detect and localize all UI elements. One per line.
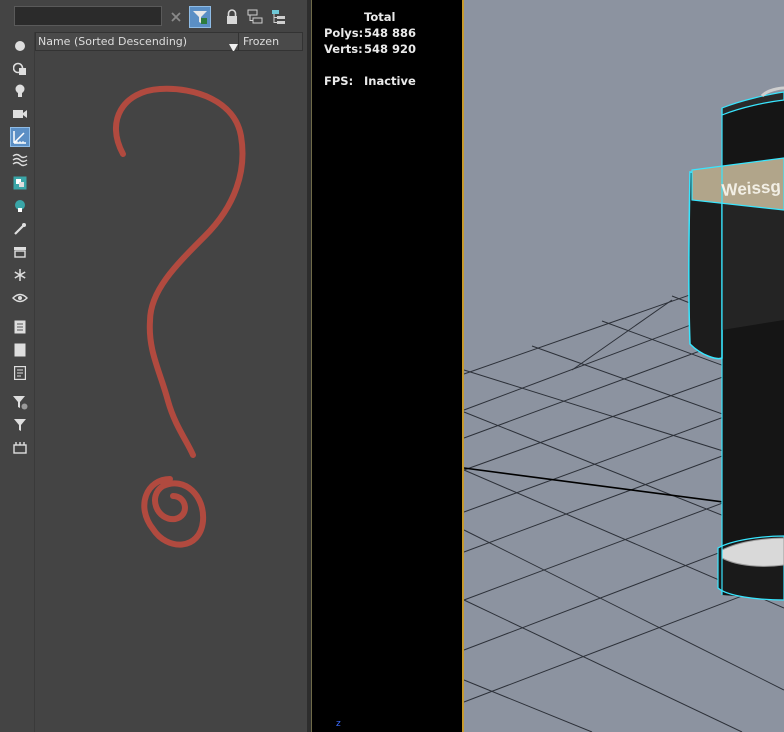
polys-value: 548 886 (364, 26, 417, 40)
display-all-icon[interactable] (10, 317, 30, 337)
statistics-overlay: Total Polys: 548 886 Verts: 548 920 FPS:… (312, 0, 462, 732)
spacewarps-icon[interactable] (10, 150, 30, 170)
fps-value: Inactive (364, 74, 416, 88)
invert-icon[interactable] (10, 363, 30, 383)
light-icon[interactable] (10, 81, 30, 101)
lock-icon[interactable] (221, 6, 243, 28)
name-column-header[interactable]: Name (Sorted Descending) (36, 33, 239, 50)
display-none-icon[interactable] (10, 340, 30, 360)
groups-icon[interactable] (10, 173, 30, 193)
active-viewport-border (462, 0, 464, 732)
question-mark-annotation (112, 85, 246, 548)
scene-explorer-panel: Name (Sorted Descending) Frozen (0, 0, 307, 732)
shapes-icon[interactable] (10, 59, 30, 79)
filter-icon[interactable] (189, 6, 211, 28)
filter-settings-icon[interactable] (10, 392, 30, 412)
geometry-icon[interactable] (10, 36, 30, 56)
stats-total-label: Total (364, 10, 396, 24)
filter-toolbar (6, 32, 35, 732)
hierarchy-icon[interactable] (244, 6, 266, 28)
search-input[interactable] (14, 6, 162, 26)
axis-tripod-label: z (336, 719, 341, 729)
camera-icon[interactable] (10, 104, 30, 124)
explorer-toolbar (0, 0, 307, 32)
bones-icon[interactable] (10, 219, 30, 239)
column-header: Name (Sorted Descending) Frozen (35, 32, 303, 52)
select-children-icon[interactable] (10, 438, 30, 458)
containers-icon[interactable] (10, 242, 30, 262)
perspective-viewport[interactable]: Weissg Total Polys: 548 886 Verts: 548 9… (312, 0, 784, 732)
verts-label: Verts: (324, 42, 363, 56)
helpers-icon[interactable] (10, 127, 30, 147)
scene-object-list[interactable] (35, 51, 303, 732)
xrefs-icon[interactable] (10, 196, 30, 216)
hidden-icon[interactable] (10, 288, 30, 308)
fps-label: FPS: (324, 74, 354, 88)
selected-object (688, 86, 784, 601)
layer-hierarchy-icon[interactable] (268, 6, 290, 28)
clear-search-icon[interactable] (165, 6, 187, 28)
polys-label: Polys: (324, 26, 364, 40)
frozen-icon[interactable] (10, 265, 30, 285)
verts-value: 548 920 (364, 42, 417, 56)
frozen-column-header[interactable]: Frozen (241, 33, 279, 50)
filter-icon[interactable] (10, 415, 30, 435)
